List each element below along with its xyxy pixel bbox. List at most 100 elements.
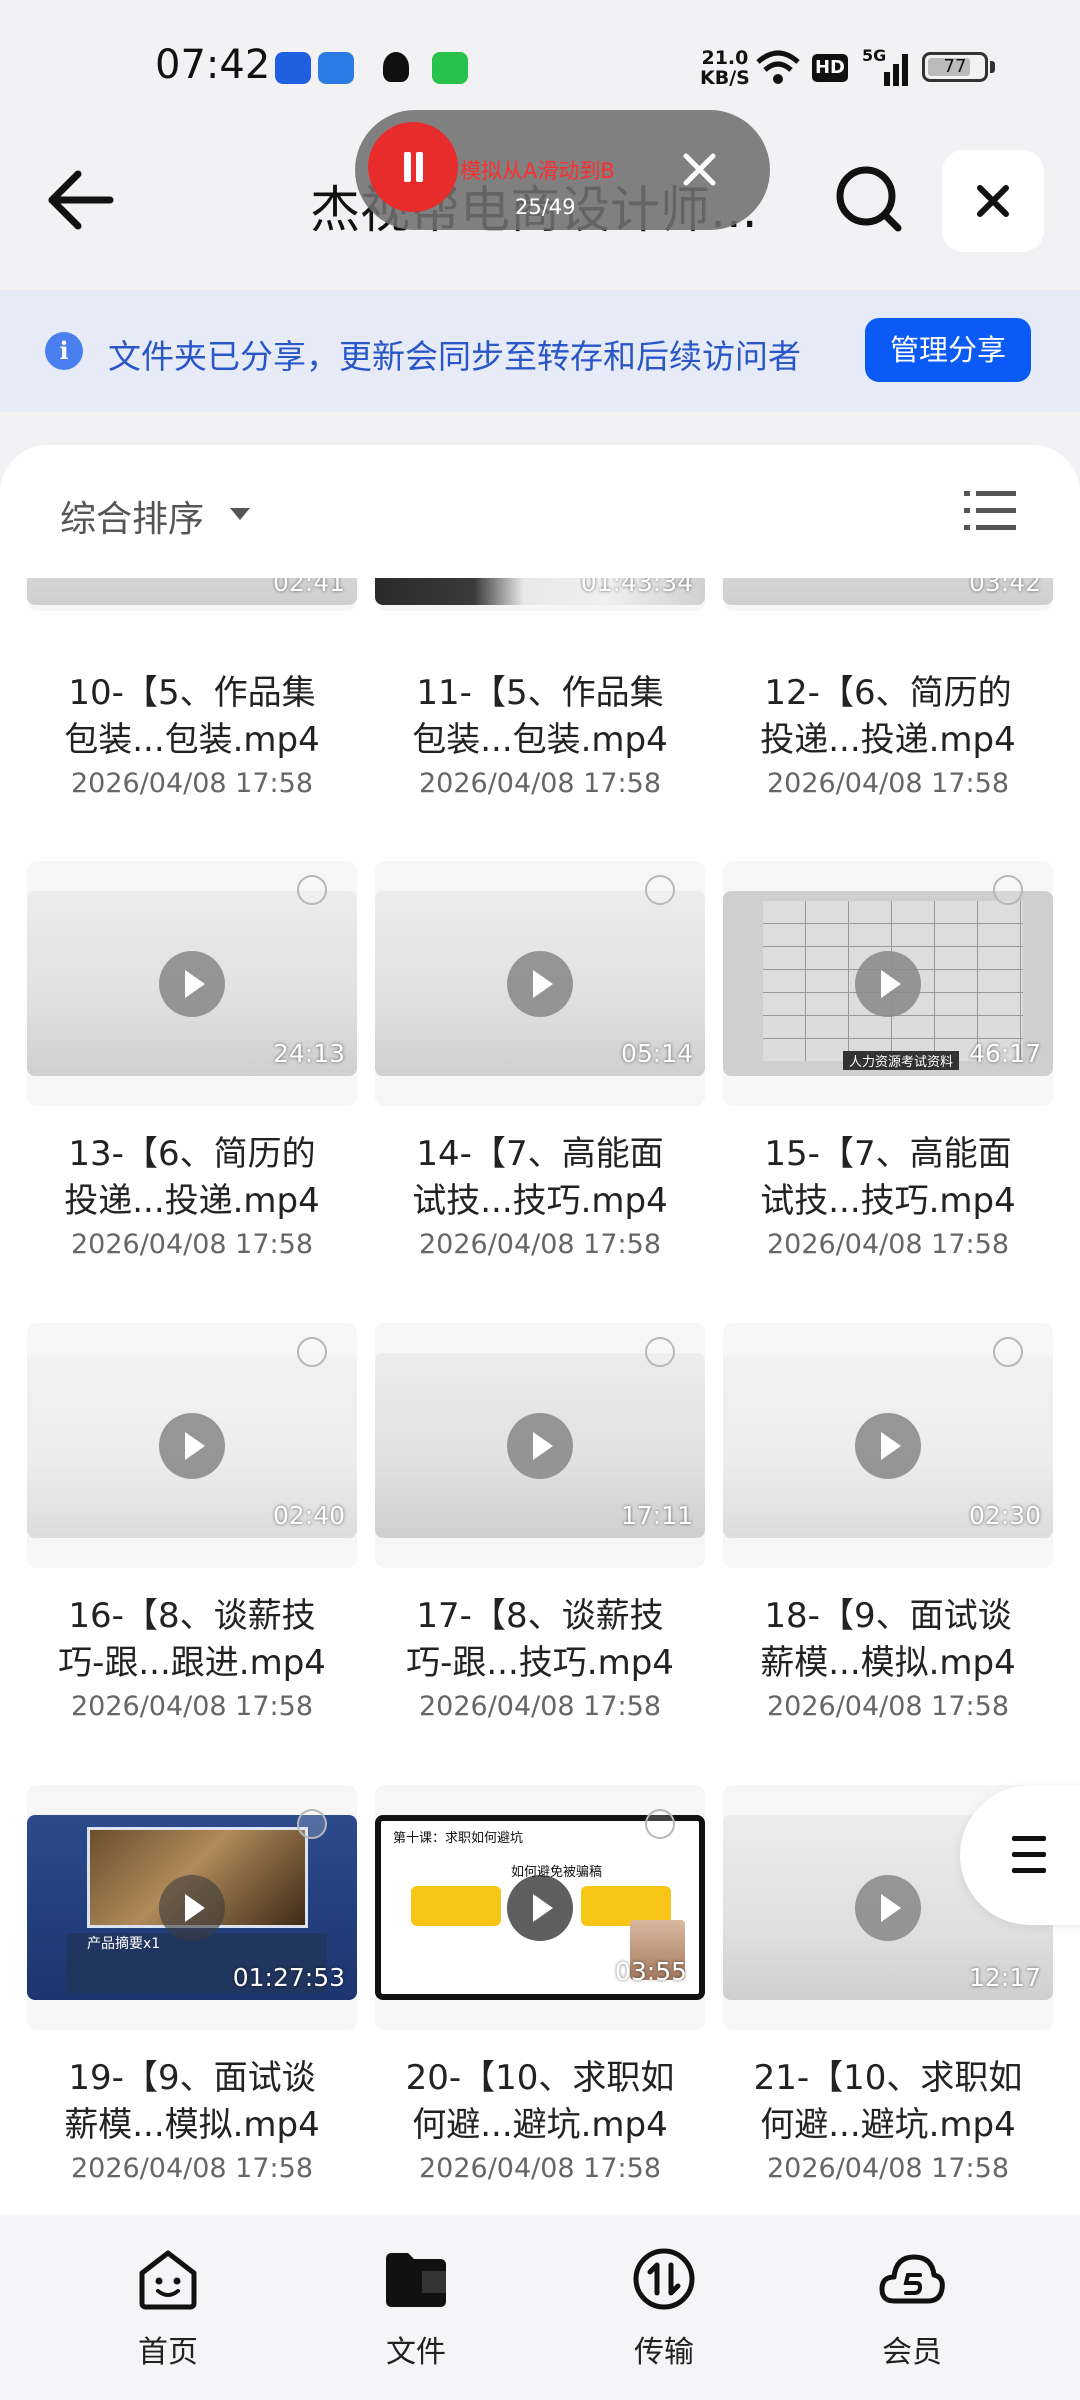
select-checkbox[interactable] [297, 875, 327, 905]
recorder-close-button[interactable] [672, 142, 727, 197]
select-checkbox[interactable] [993, 875, 1023, 905]
file-grid: 02:41 10-【5、作品集 包装...包装.mp4 2026/04/08 1… [0, 578, 1080, 2215]
file-date: 2026/04/08 17:58 [766, 768, 1009, 799]
video-duration: 03:55 [614, 1957, 687, 1986]
select-checkbox[interactable] [297, 1337, 327, 1367]
file-name: 16-【8、谈薪技 巧-跟...跟进.mp4 [27, 1593, 357, 1687]
video-thumbnail[interactable]: 第十课：求职如何避坑 如何避免被骗稿 03:55 [375, 1815, 705, 2000]
play-icon [507, 1413, 573, 1479]
video-thumbnail[interactable]: 17:11 [375, 1353, 705, 1538]
status-time: 07:42 [155, 42, 271, 88]
file-name-line: 薪模...模拟.mp4 [64, 2105, 320, 2145]
video-duration: 02:41 [272, 578, 345, 597]
close-button[interactable] [942, 150, 1044, 252]
manage-share-button[interactable]: 管理分享 [865, 318, 1031, 382]
select-checkbox[interactable] [993, 1337, 1023, 1367]
app-notification-icon [318, 52, 354, 84]
file-name-line: 16-【8、谈薪技 [68, 1596, 316, 1636]
nav-item-transfer[interactable]: 传输 [594, 2245, 734, 2375]
caret-down-icon[interactable] [230, 508, 250, 520]
video-thumbnail[interactable]: 05:14 [375, 891, 705, 1076]
video-duration: 12:17 [968, 1963, 1041, 1992]
nav-item-home[interactable]: 首页 [98, 2245, 238, 2375]
play-icon [855, 951, 921, 1017]
select-checkbox[interactable] [645, 875, 675, 905]
video-thumbnail[interactable]: 01:43:34 [375, 578, 705, 605]
file-name-line: 巧-跟...跟进.mp4 [58, 1643, 326, 1683]
file-name-line: 15-【7、高能面 [764, 1134, 1012, 1174]
file-name: 13-【6、简历的 投递...投递.mp4 [27, 1131, 357, 1225]
nav-item-member[interactable]: 会员 [842, 2245, 982, 2375]
back-button[interactable] [30, 150, 130, 250]
app-notification-icon [275, 52, 311, 84]
video-thumbnail[interactable]: 02:30 [723, 1353, 1053, 1538]
file-date: 2026/04/08 17:58 [418, 1229, 661, 1260]
network-speed: 21.0 KB/S [700, 48, 750, 88]
file-name: 19-【9、面试谈 薪模...模拟.mp4 [27, 2055, 357, 2149]
video-duration: 01:43:34 [580, 578, 693, 597]
file-date: 2026/04/08 17:58 [70, 2153, 313, 2184]
file-name-line: 18-【9、面试谈 [764, 1596, 1012, 1636]
video-duration: 17:11 [620, 1501, 693, 1530]
recorder-pause-button[interactable] [368, 122, 458, 212]
video-thumbnail[interactable]: 02:41 [27, 578, 357, 605]
file-name-line: 19-【9、面试谈 [68, 2058, 316, 2098]
video-duration: 05:14 [620, 1039, 693, 1068]
file-name-line: 14-【7、高能面 [416, 1134, 664, 1174]
select-checkbox[interactable] [645, 1809, 675, 1839]
file-date: 2026/04/08 17:58 [766, 2153, 1009, 2184]
thumbnail-caption: 产品摘要x1 [87, 1936, 161, 1952]
file-name-line: 20-【10、求职如 [405, 2058, 675, 2098]
sort-dropdown[interactable]: 综合排序 [60, 490, 204, 542]
nav-item-files[interactable]: 文件 [346, 2245, 486, 2375]
video-thumbnail[interactable]: 24:13 [27, 891, 357, 1076]
file-name-line: 17-【8、谈薪技 [416, 1596, 664, 1636]
play-icon [159, 1413, 225, 1479]
file-name: 12-【6、简历的 投递...投递.mp4 [723, 670, 1053, 764]
video-thumbnail[interactable]: 人力资源考试资料 46:17 [723, 891, 1053, 1076]
search-button[interactable] [820, 150, 920, 250]
file-name-line: 试技...技巧.mp4 [412, 1181, 668, 1221]
video-duration: 02:30 [968, 1501, 1041, 1530]
video-duration: 46:17 [968, 1039, 1041, 1068]
select-checkbox[interactable] [645, 1337, 675, 1367]
play-icon [507, 951, 573, 1017]
close-icon [977, 185, 1009, 217]
play-icon [507, 1875, 573, 1941]
file-name: 10-【5、作品集 包装...包装.mp4 [27, 670, 357, 764]
file-name: 18-【9、面试谈 薪模...模拟.mp4 [723, 1593, 1053, 1687]
menu-icon [1012, 1836, 1046, 1873]
network-speed-value: 21.0 [701, 47, 749, 69]
select-checkbox[interactable] [297, 1809, 327, 1839]
file-name-line: 投递...投递.mp4 [760, 720, 1016, 760]
wifi-icon [756, 50, 800, 84]
video-duration: 03:42 [968, 578, 1041, 597]
video-thumbnail[interactable]: 产品摘要x1 01:27:53 [27, 1815, 357, 2000]
file-date: 2026/04/08 17:58 [766, 1691, 1009, 1722]
battery-indicator: 77 [922, 52, 988, 82]
share-notice-text: 文件夹已分享，更新会同步至转存和后续访问者 [108, 337, 801, 376]
video-duration: 24:13 [272, 1039, 345, 1068]
file-name-line: 包装...包装.mp4 [64, 720, 320, 760]
nav-label: 文件 [386, 2335, 446, 2370]
bulb-icon [383, 52, 409, 82]
hd-badge: HD [812, 54, 848, 82]
file-name-line: 巧-跟...技巧.mp4 [406, 1643, 674, 1683]
nav-label: 会员 [882, 2335, 942, 2370]
play-icon [855, 1875, 921, 1941]
file-name-line: 10-【5、作品集 [68, 673, 316, 713]
close-icon [683, 153, 716, 186]
file-date: 2026/04/08 17:58 [418, 768, 661, 799]
transfer-icon [633, 2248, 695, 2310]
file-name: 14-【7、高能面 试技...技巧.mp4 [375, 1131, 705, 1225]
recorder-step-counter: 25/49 [515, 195, 576, 219]
play-icon [855, 1413, 921, 1479]
video-thumbnail[interactable]: 03:42 [723, 578, 1053, 605]
member-cloud-icon [879, 2254, 945, 2304]
file-name-line: 12-【6、简历的 [764, 673, 1012, 713]
file-name: 17-【8、谈薪技 巧-跟...技巧.mp4 [375, 1593, 705, 1687]
file-name-line: 21-【10、求职如 [753, 2058, 1023, 2098]
list-view-toggle[interactable] [958, 483, 1022, 539]
video-thumbnail[interactable]: 02:40 [27, 1353, 357, 1538]
play-icon [159, 951, 225, 1017]
